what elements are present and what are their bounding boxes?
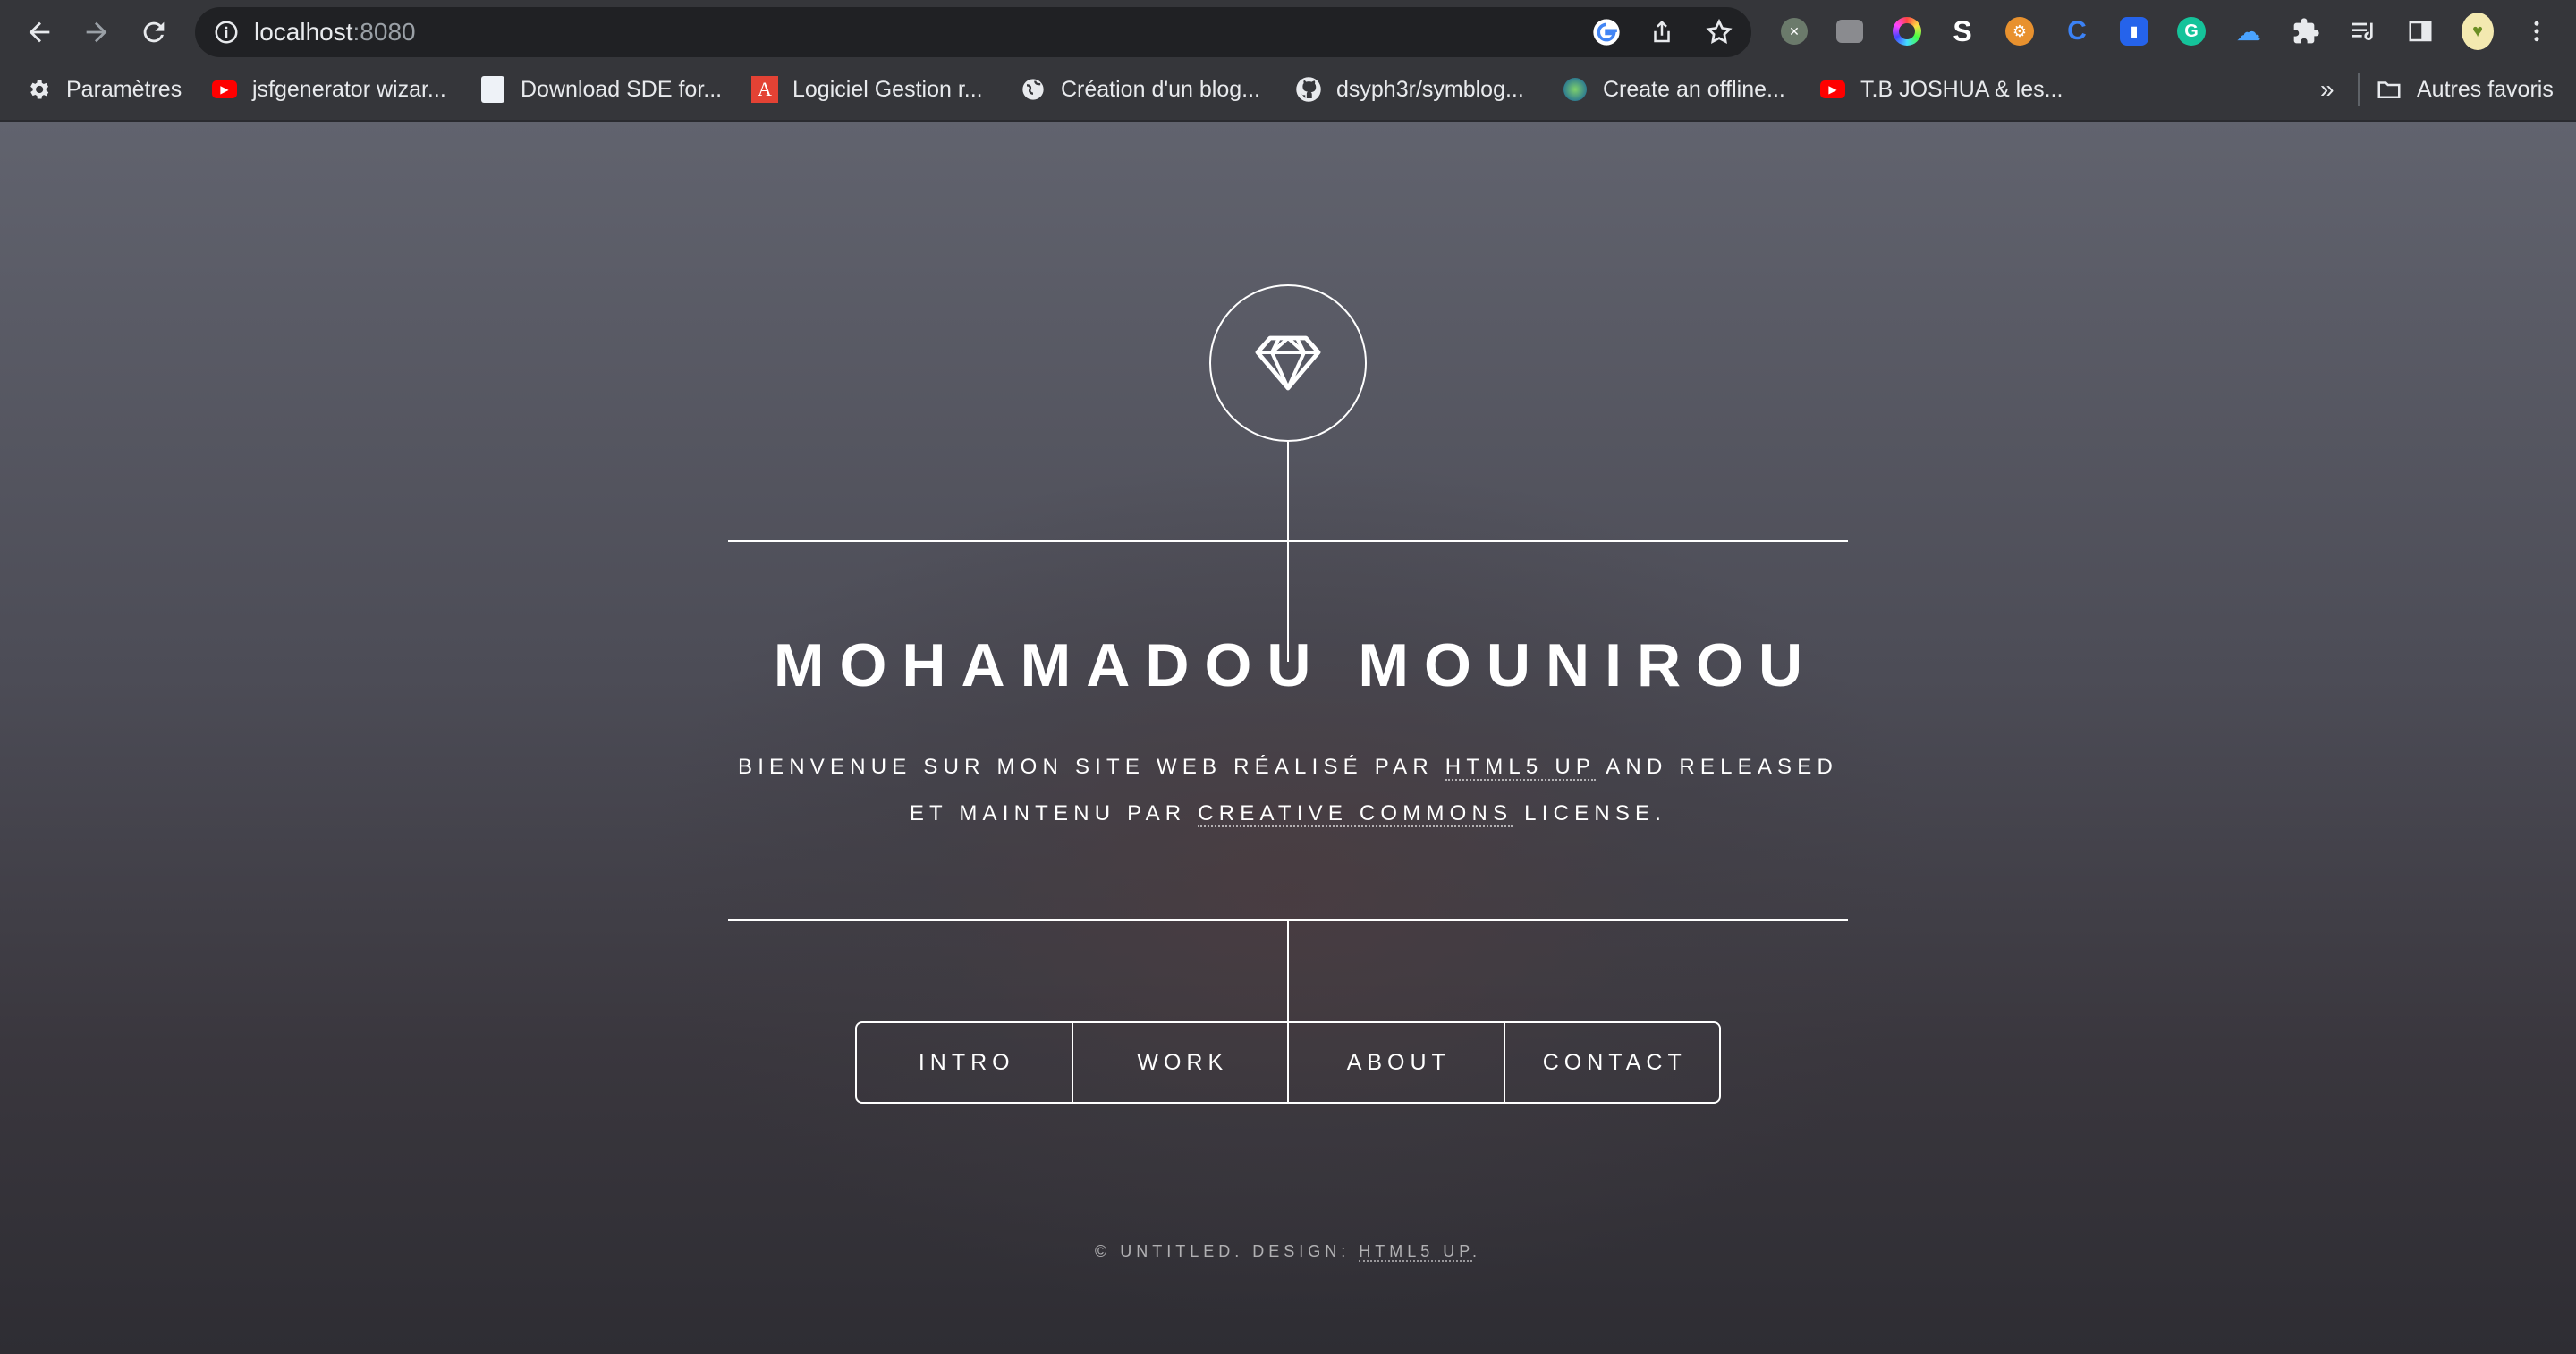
cloud-download-icon[interactable]: ☁ [2233,15,2265,47]
intro-text-segment: ET MAINTENU PAR [909,801,1199,825]
menu-kebab-icon[interactable] [2521,15,2553,47]
youtube-icon: ▶ [211,76,238,103]
html5up-link[interactable]: HTML5 UP [1445,755,1596,781]
arrow-left-icon [29,21,50,43]
bookmark-label: Create an offline... [1603,76,1785,102]
page-title: MOHAMADOU MOUNIROU [773,631,1818,699]
url-text[interactable]: localhost:8080 [254,19,416,46]
color-ring-icon[interactable] [1891,15,1923,47]
github-icon [1295,76,1322,103]
browser-toolbar: localhost:8080 ✕ S ⚙ C ▮ G ☁ ♥ [0,0,2576,64]
extension-x-icon[interactable]: ✕ [1778,15,1810,47]
footer-period: . [1471,1242,1481,1260]
url-host: localhost [254,18,353,46]
reload-icon [143,21,165,43]
reload-button[interactable] [134,13,174,52]
diamond-icon [1255,335,1321,391]
bookmark-star-icon[interactable] [1705,18,1733,47]
blue-bookmark-icon[interactable]: ▮ [2118,15,2150,47]
url-port: :8080 [352,18,416,46]
bookmark-item[interactable]: A Logiciel Gestion r... [751,70,983,109]
overflow-chevron-icon: » [2320,75,2334,103]
bookmark-label: dsyph3r/symblog... [1336,76,1524,102]
bookmark-label: T.B JOSHUA & les... [1860,76,2063,102]
creative-commons-link[interactable]: CREATIVE COMMONS [1198,801,1513,827]
intro-text-segment: BIENVENUE SUR MON SITE WEB RÉALISÉ PAR [737,755,1445,779]
reading-list-icon[interactable] [2347,15,2379,47]
youtube-icon: ▶ [1819,76,1846,103]
back-button[interactable] [20,13,59,52]
page-viewport: MOHAMADOU MOUNIROU BIENVENUE SUR MON SIT… [0,120,2576,1354]
nav-contact[interactable]: CONTACT [1503,1023,1720,1102]
puzzle-extensions-icon[interactable] [2290,15,2322,47]
bookmark-item[interactable]: ▶ T.B JOSHUA & les... [1819,70,2063,109]
bookmark-item[interactable]: Création d'un blog... [1020,70,1260,109]
intro-text: BIENVENUE SUR MON SITE WEB RÉALISÉ PAR H… [0,744,2576,837]
address-bar[interactable]: localhost:8080 [195,7,1751,57]
share-icon[interactable] [1648,18,1676,47]
bookmarks-overflow-button[interactable]: » [2320,70,2334,109]
arrow-right-icon [86,21,107,43]
intro-text-segment: AND RELEASED [1595,755,1838,779]
bookmark-label: jsfgenerator wizar... [252,76,446,102]
profile-avatar[interactable]: ♥ [2462,13,2494,50]
orange-extension-icon[interactable]: ⚙ [2004,15,2036,47]
google-icon[interactable] [1592,18,1621,47]
bookmark-label: Logiciel Gestion r... [792,76,983,102]
bookmark-label: Download SDE for... [521,76,723,102]
intro-line-2: ET MAINTENU PAR CREATIVE COMMONS LICENSE… [0,791,2576,837]
bookmark-item[interactable]: Download SDE for... [479,70,722,109]
info-icon[interactable] [213,19,240,46]
intro-text-segment: LICENSE. [1513,801,1667,825]
site-footer: © UNTITLED. DESIGN: HTML5 UP. [0,1238,2576,1265]
forward-button[interactable] [77,13,116,52]
site-header: MOHAMADOU MOUNIROU BIENVENUE SUR MON SIT… [0,120,2576,1354]
bookmark-item[interactable]: Create an offline... [1562,70,1785,109]
bookmark-label: Paramètres [66,76,182,102]
bookmarks-bar: Paramètres ▶ jsfgenerator wizar... Downl… [0,70,2576,109]
folder-icon [2376,76,2402,103]
footer-html5up-link[interactable]: HTML5 UP [1359,1242,1472,1262]
nav-about[interactable]: ABOUT [1287,1023,1504,1102]
c-extension-icon[interactable]: C [2061,15,2093,47]
bookmark-item[interactable]: dsyph3r/symblog... [1295,70,1524,109]
s-extension-icon[interactable]: S [1946,15,1979,47]
camera-icon[interactable] [1834,15,1866,47]
footer-copyright: © UNTITLED. DESIGN: [1094,1242,1360,1260]
acrobat-icon: A [751,76,778,103]
grammarly-icon[interactable]: G [2175,15,2207,47]
bookmark-item[interactable]: ▶ jsfgenerator wizar... [211,70,446,109]
bookmark-label: Autres favoris [2417,76,2554,102]
intro-line-1: BIENVENUE SUR MON SITE WEB RÉALISÉ PAR H… [0,744,2576,791]
bookmark-label: Création d'un blog... [1061,76,1260,102]
nav-work[interactable]: WORK [1071,1023,1288,1102]
nav-intro[interactable]: INTRO [857,1023,1072,1102]
bookmark-item[interactable]: Paramètres [25,70,182,109]
gear-icon [25,76,52,103]
bookmarks-divider [2358,73,2360,106]
document-icon [479,76,506,103]
network-icon [1562,76,1589,103]
site-logo [1209,284,1367,442]
connector-line [1287,919,1289,1023]
globe-icon [1020,76,1046,103]
browser-chrome: localhost:8080 ✕ S ⚙ C ▮ G ☁ ♥ Paramètre… [0,0,2576,120]
main-nav: INTRO WORK ABOUT CONTACT [855,1021,1721,1104]
side-panel-icon[interactable] [2404,15,2436,47]
divider-line [728,540,1848,542]
other-bookmarks-folder[interactable]: Autres favoris [2376,70,2554,109]
